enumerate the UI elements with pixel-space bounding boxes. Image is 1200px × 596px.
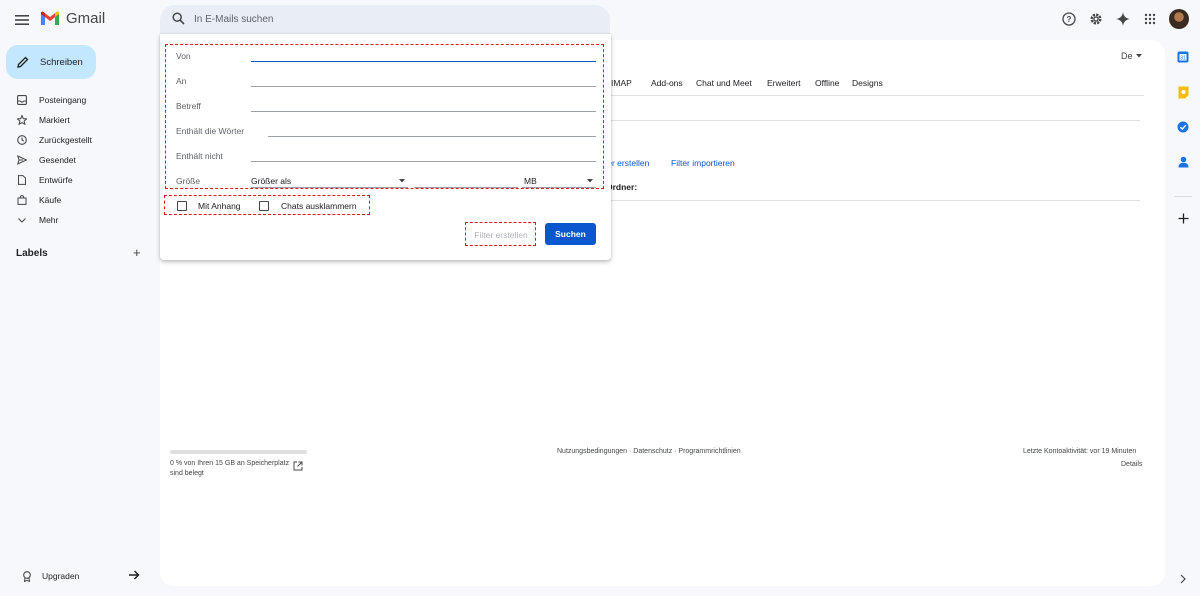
import-filter-link[interactable]: Filter importieren (671, 158, 735, 168)
svg-text:?: ? (1067, 15, 1072, 24)
nav-item-label: Markiert (39, 115, 70, 125)
tab-addons[interactable]: Add-ons (651, 78, 683, 88)
section-divider (603, 200, 1140, 201)
tasks-icon[interactable] (1176, 120, 1190, 134)
tab-advanced[interactable]: Erweitert (767, 78, 801, 88)
add-addon-icon[interactable] (1176, 211, 1190, 225)
search-input[interactable] (194, 10, 594, 29)
apps-grid-icon[interactable] (1142, 11, 1158, 27)
section-divider (603, 120, 1140, 121)
svg-text:31: 31 (1180, 56, 1186, 62)
nav-item-label: Posteingang (39, 95, 87, 105)
tab-chat-meet[interactable]: Chat und Meet (696, 78, 752, 88)
highlight-box-fields (165, 44, 604, 189)
star-icon (17, 115, 27, 125)
upgrade-button[interactable]: Upgraden (14, 566, 146, 586)
add-label-button[interactable]: + (133, 246, 141, 260)
shopping-icon (17, 195, 27, 205)
highlight-box-filter-button (465, 222, 536, 246)
contacts-icon[interactable] (1176, 155, 1190, 169)
storage-text: 0 % von Ihren 15 GB an Speicherplatz sin… (170, 460, 290, 477)
nav-item-drafts[interactable]: Entwürfe (0, 170, 152, 190)
main-menu-button[interactable] (12, 10, 32, 30)
nav-item-purchases[interactable]: Käufe (0, 190, 152, 210)
details-link[interactable]: Details (1121, 461, 1142, 468)
hamburger-icon (15, 15, 29, 25)
calendar-icon[interactable]: 31 (1176, 50, 1190, 64)
nav-item-inbox[interactable]: Posteingang (0, 90, 152, 110)
last-activity: Letzte Kontoaktivität: vor 19 Minuten (1023, 448, 1137, 455)
arrow-right-icon (129, 570, 140, 580)
gmail-logo[interactable]: Gmail (40, 10, 105, 27)
award-icon (23, 570, 31, 582)
app-name: Gmail (66, 10, 106, 27)
nav-item-label: Mehr (39, 215, 59, 225)
pencil-icon (17, 56, 29, 68)
nav-item-more[interactable]: Mehr (0, 210, 152, 230)
input-tools-select[interactable]: De (1121, 51, 1142, 61)
upgrade-label: Upgraden (42, 571, 80, 581)
search-bar[interactable] (160, 5, 610, 34)
gmail-m-icon (41, 11, 59, 25)
footer-links[interactable]: Nutzungsbedingungen · Datenschutz · Prog… (557, 448, 741, 455)
compose-label: Schreiben (40, 56, 83, 68)
nav-item-label: Käufe (39, 195, 62, 205)
account-avatar[interactable] (1169, 9, 1189, 29)
tab-offline[interactable]: Offline (815, 78, 839, 88)
nav-item-starred[interactable]: Markiert (0, 110, 152, 130)
nav-item-label: Entwürfe (39, 175, 73, 185)
rail-divider (1174, 196, 1192, 197)
clock-icon (17, 135, 27, 145)
gemini-sparkle-icon[interactable] (1115, 11, 1131, 27)
highlight-box-checkboxes (164, 195, 370, 215)
search-submit-button[interactable]: Suchen (545, 223, 596, 245)
keep-icon[interactable] (1176, 85, 1190, 99)
nav-item-label: Zurückgestellt (39, 135, 92, 145)
chevron-down-icon (17, 215, 27, 225)
nav-item-sent[interactable]: Gesendet (0, 150, 152, 170)
chevron-right-icon[interactable] (1176, 572, 1190, 586)
tab-divider (603, 95, 1144, 96)
storage-bar (170, 450, 307, 454)
help-icon[interactable]: ? (1061, 11, 1077, 27)
nav-item-snoozed[interactable]: Zurückgestellt (0, 130, 152, 150)
lang-short: De (1121, 51, 1133, 61)
open-external-icon[interactable] (293, 461, 303, 471)
tab-themes[interactable]: Designs (852, 78, 883, 88)
draft-icon (17, 175, 27, 185)
nav-item-label: Gesendet (39, 155, 76, 165)
labels-heading: Labels (16, 248, 48, 259)
search-icon[interactable] (172, 12, 185, 25)
settings-gear-icon[interactable] (1088, 11, 1104, 27)
caret-down-icon (1135, 54, 1142, 58)
inbox-icon (17, 95, 27, 105)
compose-button[interactable]: Schreiben (6, 45, 96, 79)
send-icon (17, 155, 27, 165)
